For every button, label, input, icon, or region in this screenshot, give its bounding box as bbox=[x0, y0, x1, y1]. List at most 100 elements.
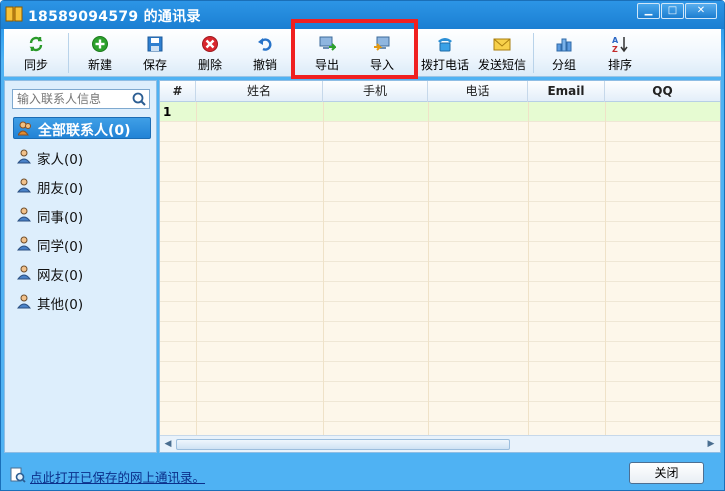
column-divider bbox=[428, 102, 429, 435]
new-button[interactable]: 新建 bbox=[80, 31, 120, 75]
table-row-empty bbox=[160, 322, 720, 342]
close-window-button[interactable]: ✕ bbox=[685, 3, 717, 19]
scroll-left-icon[interactable]: ◀ bbox=[161, 437, 175, 451]
table-row[interactable]: 1 bbox=[160, 102, 720, 122]
search-icon[interactable] bbox=[131, 91, 147, 107]
table-row-empty bbox=[160, 362, 720, 382]
sort-button[interactable]: A Z 排序 bbox=[600, 31, 640, 75]
address-book-icon bbox=[5, 6, 23, 22]
plus-icon bbox=[92, 36, 108, 52]
table-row-empty bbox=[160, 402, 720, 422]
new-label: 新建 bbox=[87, 58, 112, 72]
floppy-icon bbox=[147, 36, 163, 52]
table-row-empty bbox=[160, 182, 720, 202]
column-divider bbox=[196, 102, 197, 435]
column-header-phone[interactable]: 电话 bbox=[428, 81, 528, 102]
phone-icon bbox=[438, 38, 452, 52]
table-row-empty bbox=[160, 242, 720, 262]
minimize-icon: ▁ bbox=[644, 5, 653, 16]
sms-button[interactable]: 发送短信 bbox=[475, 31, 529, 75]
column-header-name[interactable]: 姓名 bbox=[196, 81, 323, 102]
save-label: 保存 bbox=[142, 58, 167, 72]
group-item-classmates[interactable]: 同学(0) bbox=[13, 233, 151, 255]
group-label: 分组 bbox=[551, 58, 576, 72]
table-row-empty bbox=[160, 202, 720, 222]
user-icon bbox=[17, 294, 31, 309]
user-icon bbox=[17, 149, 31, 164]
undo-button[interactable]: 撤销 bbox=[245, 31, 285, 75]
search-box bbox=[12, 89, 150, 109]
group-label: 朋友(0) bbox=[37, 181, 84, 197]
sync-icon bbox=[29, 36, 43, 52]
sync-label: 同步 bbox=[23, 58, 48, 72]
table-row-empty bbox=[160, 262, 720, 282]
status-bar: 点此打开已保存的网上通讯录。 关闭 bbox=[4, 456, 721, 488]
group-item-others[interactable]: 其他(0) bbox=[13, 291, 151, 313]
svg-text:Z: Z bbox=[612, 45, 618, 53]
column-divider bbox=[323, 102, 324, 435]
toolbar-separator bbox=[533, 33, 534, 73]
column-header-qq[interactable]: QQ bbox=[605, 81, 720, 102]
table-row-empty bbox=[160, 302, 720, 322]
delete-label: 删除 bbox=[197, 58, 222, 72]
table-row-empty bbox=[160, 222, 720, 242]
row-number: 1 bbox=[163, 105, 172, 119]
open-online-contacts-link[interactable]: 点此打开已保存的网上通讯录。 bbox=[30, 467, 205, 486]
user-icon bbox=[17, 236, 31, 251]
search-input[interactable] bbox=[13, 90, 125, 108]
group-item-netfriends[interactable]: 网友(0) bbox=[13, 262, 151, 284]
table-body: 1 bbox=[160, 102, 720, 435]
group-label: 其他(0) bbox=[37, 297, 84, 313]
horizontal-scrollbar[interactable]: ◀ ▶ bbox=[160, 435, 720, 452]
sort-label: 排序 bbox=[607, 58, 632, 72]
contacts-group-icon bbox=[18, 121, 31, 136]
sync-button[interactable]: 同步 bbox=[16, 31, 56, 75]
close-button[interactable]: 关闭 bbox=[629, 462, 704, 484]
delete-button[interactable]: 删除 bbox=[190, 31, 230, 75]
save-button[interactable]: 保存 bbox=[135, 31, 175, 75]
table-row-empty bbox=[160, 142, 720, 162]
column-divider bbox=[528, 102, 529, 435]
group-label: 同事(0) bbox=[37, 210, 84, 226]
chart-icon bbox=[556, 38, 572, 52]
minimize-button[interactable]: ▁ bbox=[637, 3, 660, 19]
table-row-empty bbox=[160, 342, 720, 362]
group-item-friends[interactable]: 朋友(0) bbox=[13, 175, 151, 197]
table-row-empty bbox=[160, 122, 720, 142]
export-import-highlight bbox=[291, 19, 418, 79]
call-label: 拨打电话 bbox=[420, 58, 469, 72]
group-label: 家人(0) bbox=[37, 152, 84, 168]
window-title: 18589094579 的通讯录 bbox=[28, 9, 201, 25]
user-icon bbox=[17, 178, 31, 193]
user-icon bbox=[17, 207, 31, 222]
envelope-icon bbox=[493, 38, 511, 51]
group-label: 同学(0) bbox=[37, 239, 84, 255]
column-divider bbox=[605, 102, 606, 435]
group-item-colleagues[interactable]: 同事(0) bbox=[13, 204, 151, 226]
window: 18589094579 的通讯录 ▁ □ ✕ 同步 新建 保存 删除 撤销 导出… bbox=[0, 0, 725, 491]
search-contacts-icon bbox=[10, 467, 26, 483]
svg-text:A: A bbox=[612, 36, 619, 45]
group-panel: 全部联系人(0) 家人(0) 朋友(0) 同事(0) bbox=[4, 80, 157, 453]
call-button[interactable]: 拨打电话 bbox=[418, 31, 472, 75]
undo-label: 撤销 bbox=[252, 58, 277, 72]
column-header-email[interactable]: Email bbox=[528, 81, 605, 102]
scroll-right-icon[interactable]: ▶ bbox=[704, 437, 718, 451]
user-icon bbox=[17, 265, 31, 280]
group-button[interactable]: 分组 bbox=[544, 31, 584, 75]
undo-icon bbox=[258, 38, 272, 51]
scrollbar-thumb[interactable] bbox=[176, 439, 510, 450]
table-row-empty bbox=[160, 382, 720, 402]
maximize-button[interactable]: □ bbox=[661, 3, 684, 19]
sms-label: 发送短信 bbox=[477, 58, 526, 72]
delete-icon bbox=[202, 36, 218, 52]
column-header-index[interactable]: # bbox=[160, 81, 196, 102]
group-item-all[interactable]: 全部联系人(0) bbox=[13, 117, 151, 139]
table-header: # 姓名 手机 电话 Email QQ bbox=[160, 81, 720, 102]
group-item-family[interactable]: 家人(0) bbox=[13, 146, 151, 168]
group-label: 全部联系人(0) bbox=[38, 123, 131, 139]
group-label: 网友(0) bbox=[37, 268, 84, 284]
column-header-mobile[interactable]: 手机 bbox=[323, 81, 428, 102]
maximize-icon: □ bbox=[667, 5, 678, 16]
sort-az-icon: A Z bbox=[612, 36, 628, 53]
